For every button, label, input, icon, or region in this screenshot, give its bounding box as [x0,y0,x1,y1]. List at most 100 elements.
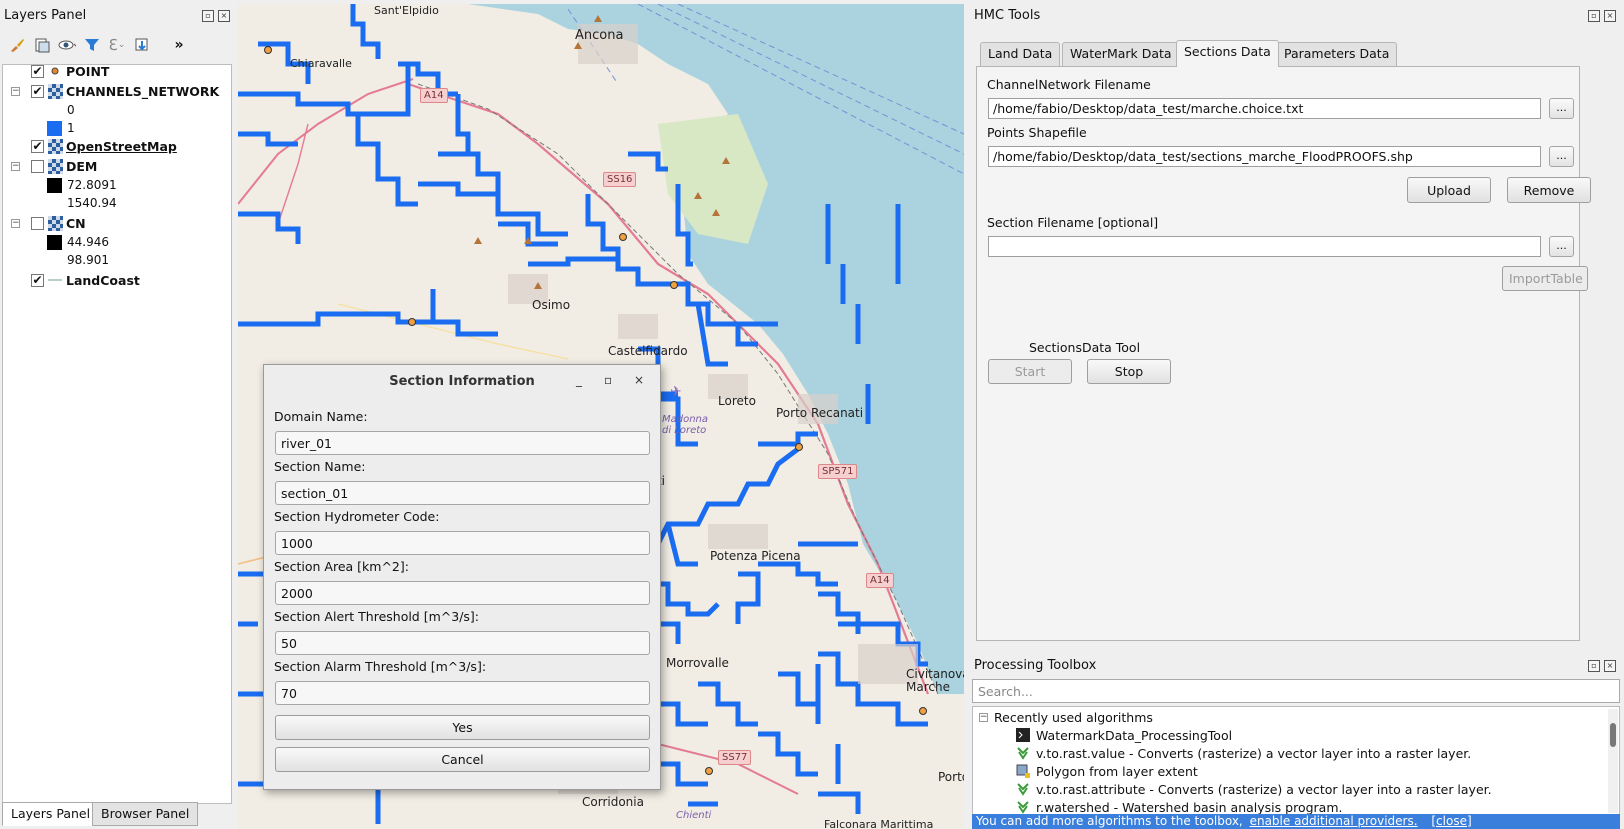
tab-parameters-data[interactable]: Parameters Data [1276,42,1398,66]
enable-providers-link[interactable]: enable additional providers. [1250,814,1418,828]
hydrometer-code-input[interactable] [275,531,650,555]
float-icon[interactable]: ▫ [1588,660,1600,672]
layer-dem[interactable]: − DEM [11,157,97,175]
close-icon[interactable]: × [218,10,230,22]
layer-landcoast-checkbox[interactable]: ✔ [31,273,44,287]
layer-channels-network[interactable]: − ✔ CHANNELS_NETWORK [11,82,219,100]
yes-button[interactable]: Yes [275,715,650,740]
layer-cn[interactable]: − CN [11,214,86,232]
channel-segment [238,311,498,337]
stop-button[interactable]: Stop [1087,359,1171,384]
channel-segment [695,303,728,367]
layer-point-checkbox[interactable]: ✔ [31,64,44,78]
alarm-threshold-input[interactable] [275,681,650,705]
collapse-icon[interactable]: − [979,712,988,722]
road-shield: SP571 [818,464,858,479]
road-shield: SS77 [718,750,752,765]
channel-segment [758,731,818,777]
channel-segment [698,681,758,727]
section-area-input[interactable] [275,581,650,605]
layer-osm-checkbox[interactable]: ✔ [31,139,44,153]
dialog-title: Section Information [389,374,535,389]
style-brush-icon[interactable] [8,36,26,54]
tab-sections-data[interactable]: Sections Data [1176,40,1279,67]
expand-all-icon[interactable] [133,36,151,54]
group-label: Recently used algorithms [994,709,1153,725]
float-icon[interactable]: ▫ [1588,10,1600,22]
grass-icon [1015,800,1030,815]
tab-land-data[interactable]: Land Data [980,42,1061,66]
maximize-icon[interactable]: ▫ [604,373,612,387]
map-label: Chiaravalle [290,57,352,70]
start-button[interactable]: Start [988,359,1072,384]
sections-data-tool-label: SectionsData Tool [1029,340,1141,355]
scrollbar-thumb[interactable] [1610,723,1616,747]
browse-channel-button[interactable]: ... [1549,98,1574,119]
close-icon[interactable]: × [1604,660,1616,672]
tree-group[interactable]: − Recently used algorithms [979,708,1153,726]
map-label: Osimo [532,298,571,312]
channel-segment [758,561,838,587]
import-table-button[interactable]: ImportTable [1502,266,1588,291]
layer-landcoast[interactable]: ✔ LandCoast [31,271,140,289]
tab-layers-panel[interactable]: Layers Panel [2,802,100,826]
tab-watermark-data[interactable]: WaterMark Data [1062,42,1180,66]
collapse-icon[interactable]: − [11,218,20,228]
legend-swatch [47,177,62,193]
section-filename-input[interactable] [988,236,1541,257]
terminal-icon [1015,728,1030,743]
expression-filter-icon[interactable]: ℇ ⌄ [108,36,126,54]
close-icon[interactable]: × [1604,10,1616,22]
processing-toolbox: Processing Toolbox ▫ × − Recently used a… [966,652,1624,829]
algorithm-item[interactable]: v.to.rast.attribute - Converts (rasteriz… [1015,780,1492,798]
layer-dem-checkbox[interactable] [31,159,44,173]
layer-point[interactable]: ✔ POINT [31,62,109,80]
collapse-icon[interactable]: − [11,161,20,171]
legend-swatch [47,234,62,250]
filter-icon[interactable] [83,36,101,54]
dialog-titlebar[interactable]: Section Information _ ▫ × [264,365,660,397]
legend-item: 0 [67,101,75,119]
layers-panel-title: Layers Panel [4,8,87,23]
section-name-input[interactable] [275,481,650,505]
float-icon[interactable]: ▫ [202,10,214,22]
eye-icon[interactable] [58,36,76,54]
minimize-icon[interactable]: _ [576,373,582,387]
map-label: Castelfidardo [608,344,688,358]
channel-segment [628,151,668,172]
layer-cn-checkbox[interactable] [31,216,44,230]
points-shapefile-input[interactable] [988,146,1541,167]
algorithm-item[interactable]: WatermarkData_ProcessingTool [1015,726,1232,744]
hmc-tools-title: HMC Tools [974,8,1041,23]
svg-text:✈: ✈ [670,384,682,400]
cancel-button[interactable]: Cancel [275,747,650,772]
remove-button[interactable]: Remove [1507,177,1591,203]
algorithm-item[interactable]: Polygon from layer extent [1015,762,1198,780]
legend-label: 1540.94 [67,196,117,210]
map-label: Falconara Marittima [824,818,934,829]
line-symbol-icon [44,277,66,283]
map-label: Porto [938,770,964,784]
channel-network-input[interactable] [988,98,1541,119]
map-label: Potenza Picena [710,549,801,563]
layer-channels-checkbox[interactable]: ✔ [31,84,44,98]
layer-openstreetmap[interactable]: ✔ OpenStreetMap [31,137,177,155]
alert-threshold-input[interactable] [275,631,650,655]
alert-threshold-label: Section Alert Threshold [m^3/s]: [274,609,480,624]
close-icon[interactable]: × [634,373,644,387]
scrollbar[interactable] [1608,709,1618,813]
algorithm-item[interactable]: v.to.rast.value - Converts (rasterize) a… [1015,744,1471,762]
add-group-icon[interactable] [33,36,51,54]
tab-browser-panel[interactable]: Browser Panel [92,802,199,826]
browse-points-button[interactable]: ... [1549,146,1574,167]
browse-section-button[interactable]: ... [1549,236,1574,257]
search-input[interactable] [972,679,1620,703]
upload-button[interactable]: Upload [1407,177,1491,203]
channel-segment [238,131,298,147]
sections-data-tab-body: ChannelNetwork Filename ... Points Shape… [976,66,1591,641]
close-status-link[interactable]: [close] [1431,814,1471,828]
more-tools-icon[interactable]: » [170,36,188,54]
domain-name-input[interactable] [275,431,650,455]
collapse-icon[interactable]: − [11,86,20,96]
channel-segment [665,523,698,567]
